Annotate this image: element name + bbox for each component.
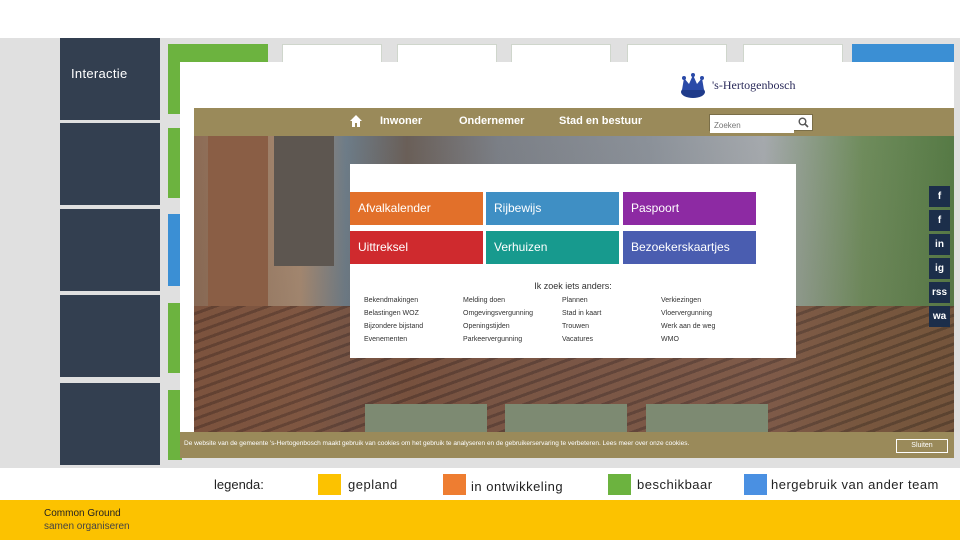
nav-item-inwoner[interactable]: Inwoner — [380, 115, 422, 127]
home-icon[interactable] — [349, 114, 363, 128]
search-input[interactable] — [710, 118, 794, 133]
footer-bar: Common Ground samen organiseren — [0, 500, 960, 540]
left-box-interactie: Interactie — [60, 38, 160, 120]
legend-swatch-beschikbaar — [608, 474, 631, 495]
link-bekendmakingen[interactable]: Bekendmakingen — [364, 297, 418, 304]
button-bezoekerskaartjes[interactable]: Bezoekerskaartjes — [623, 231, 756, 264]
left-box — [60, 383, 160, 465]
facebook-icon[interactable]: f — [929, 210, 950, 231]
link-stad-in-kaart[interactable]: Stad in kaart — [562, 310, 601, 317]
link-parkeervergunning[interactable]: Parkeervergunning — [463, 336, 522, 343]
link-wmo[interactable]: WMO — [661, 336, 679, 343]
tile — [743, 44, 843, 64]
nav-item-ondernemer[interactable]: Ondernemer — [459, 115, 524, 127]
link-bijzondere-bijstand[interactable]: Bijzondere bijstand — [364, 323, 423, 330]
link-melding-doen[interactable]: Melding doen — [463, 297, 505, 304]
tile — [511, 44, 611, 64]
logo-text[interactable]: 's-Hertogenbosch — [712, 78, 795, 93]
nav-item-stad-en-bestuur[interactable]: Stad en bestuur — [559, 115, 642, 127]
instagram-icon[interactable]: ig — [929, 258, 950, 279]
tile — [397, 44, 497, 64]
panel-heading: Ik zoek iets anders: — [534, 281, 612, 291]
search-icon[interactable] — [798, 117, 809, 128]
close-cookie-button[interactable]: Sluiten — [896, 439, 948, 453]
cathedral-image — [274, 136, 334, 266]
link-belastingen-woz[interactable]: Belastingen WOZ — [364, 310, 419, 317]
button-rijbewijs[interactable]: Rijbewijs — [486, 192, 619, 225]
news-thumbnail[interactable] — [505, 404, 627, 432]
link-werk-aan-de-weg[interactable]: Werk aan de weg — [661, 323, 715, 330]
site-header: 's-Hertogenbosch — [180, 62, 954, 108]
legend-label: legenda: — [214, 477, 264, 492]
link-evenementen[interactable]: Evenementen — [364, 336, 407, 343]
quick-links-panel: Afvalkalender Rijbewijs Paspoort Uittrek… — [350, 164, 796, 358]
legend-text-hergebruik: hergebruik van ander team — [771, 477, 939, 492]
search-box — [709, 114, 813, 133]
legend-text-in-ontwikkeling: in ontwikkeling — [471, 479, 564, 494]
link-verkiezingen[interactable]: Verkiezingen — [661, 297, 701, 304]
cookie-text: De website van de gemeente 's-Hertogenbo… — [184, 440, 690, 447]
main-navigation: Inwoner Ondernemer Stad en bestuur — [194, 108, 954, 136]
footer-title: Common Ground — [44, 508, 121, 519]
linkedin-icon[interactable]: in — [929, 234, 950, 255]
footer-subtitle: samen organiseren — [44, 521, 130, 532]
tile — [282, 44, 382, 64]
button-afvalkalender[interactable]: Afvalkalender — [350, 192, 483, 225]
legend-swatch-hergebruik — [744, 474, 767, 495]
church-tower-image — [208, 136, 268, 306]
link-omgevingsvergunning[interactable]: Omgevingsvergunning — [463, 310, 533, 317]
left-label: Interactie — [71, 66, 128, 81]
link-openingstijden[interactable]: Openingstijden — [463, 323, 510, 330]
legend-text-gepland: gepland — [348, 477, 398, 492]
left-box — [60, 123, 160, 205]
button-uittreksel[interactable]: Uittreksel — [350, 231, 483, 264]
whatsapp-icon[interactable]: wa — [929, 306, 950, 327]
tile — [627, 44, 727, 64]
button-paspoort[interactable]: Paspoort — [623, 192, 756, 225]
news-thumbnail[interactable] — [646, 404, 768, 432]
link-vloervergunning[interactable]: Vloervergunning — [661, 310, 712, 317]
left-box — [60, 209, 160, 291]
crown-logo-icon — [681, 73, 705, 98]
legend-swatch-gepland — [318, 474, 341, 495]
link-plannen[interactable]: Plannen — [562, 297, 588, 304]
legend-swatch-in-ontwikkeling — [443, 474, 466, 495]
left-box — [60, 295, 160, 377]
website-screenshot: 's-Hertogenbosch Inwoner Ondernemer Stad… — [180, 62, 954, 458]
button-verhuizen[interactable]: Verhuizen — [486, 231, 619, 264]
left-column: Interactie — [60, 38, 160, 468]
cookie-bar: De website van de gemeente 's-Hertogenbo… — [180, 432, 954, 458]
link-vacatures[interactable]: Vacatures — [562, 336, 593, 343]
facebook-icon[interactable]: f — [929, 186, 950, 207]
link-trouwen[interactable]: Trouwen — [562, 323, 589, 330]
news-thumbnail[interactable] — [365, 404, 487, 432]
social-bar: f f in ig rss wa — [929, 186, 954, 330]
rss-icon[interactable]: rss — [929, 282, 950, 303]
tile — [852, 44, 954, 64]
legend-text-beschikbaar: beschikbaar — [637, 477, 713, 492]
